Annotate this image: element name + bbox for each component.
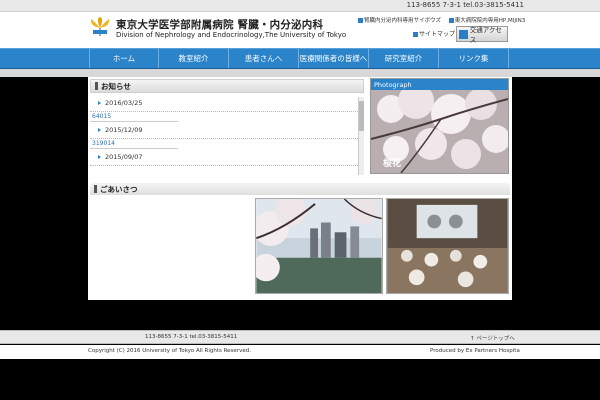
nav-home[interactable]: ホーム [89,49,159,68]
nav-research[interactable]: 研究室紹介 [369,49,439,68]
triangle-bullet-icon [98,128,101,132]
square-bullet-icon [413,32,418,37]
sub-band [0,69,600,77]
site-title-ja[interactable]: 東京大学医学部附属病院 腎臓・内分泌内科 [116,17,323,32]
photo-label: Photograph [371,79,508,90]
scrollbar-thumb[interactable] [359,101,364,131]
news-link[interactable]: 319014 [90,139,178,149]
news-item[interactable]: 2016/03/25 [90,95,360,112]
news-link[interactable]: 64015 [90,112,178,122]
news-item[interactable]: 2015/09/07 [90,149,360,166]
triangle-bullet-icon [98,101,101,105]
greeting-heading: ごあいさつ [90,183,510,195]
ginkgo-logo-icon[interactable] [89,16,111,38]
map-icon [459,29,468,39]
page-top-link[interactable]: ↑ ページトップへ [470,334,515,342]
nav-about[interactable]: 教室紹介 [159,49,229,68]
news-date: 2016/03/25 [105,99,143,107]
photo-panel: Photograph 桜花 [370,78,509,174]
site-header: 東京大学医学部附属病院 腎臓・内分泌内科 Division of Nephrol… [0,12,600,48]
news-scrollbar[interactable] [358,97,364,175]
news-item[interactable]: 2015/12/09 [90,122,360,139]
sitemap-label: サイトマップ [419,31,456,38]
nav-medical[interactable]: 医療関係者の皆様へ [299,49,369,68]
footer-address: 113-8655 7-3-1 tel.03-3815-5411 [145,334,238,340]
news-date: 2015/12/09 [105,126,143,134]
main-content: お知らせ 2016/03/25 64015 2015/12/09 319014 … [88,77,512,300]
news-heading-label: お知らせ [101,81,131,91]
header-link-cybozu[interactable]: 腎臓内分泌内科専用サイボウズ [358,18,441,24]
copyright-text: Copyright (C) 2016 University of Tokyo A… [88,348,251,354]
news-date: 2015/09/07 [105,153,143,161]
cherry-river-photo [255,198,383,294]
top-bar: 113-8655 7-3-1 tel.03-3815-5411 [0,0,600,12]
lecture-room-photo [386,198,509,294]
access-label: 交通アクセス [469,26,502,44]
heading-bar-icon [95,82,98,90]
triangle-bullet-icon [98,155,101,159]
site-title-en: Division of Nephrology and Endocrinology… [116,31,347,39]
news-heading: お知らせ [90,79,364,93]
main-nav: ホーム 教室紹介 患者さんへ 医療関係者の皆様へ 研究室紹介 リンク集 [0,48,600,69]
sitemap-link[interactable]: サイトマップ [413,29,455,38]
access-button[interactable]: 交通アクセス [456,26,508,44]
nav-patients[interactable]: 患者さんへ [229,49,299,68]
footer-copyright-bar: Copyright (C) 2016 University of Tokyo A… [0,345,600,359]
heading-bar-icon [94,185,97,193]
top-address: 113-8655 7-3-1 tel.03-3815-5411 [406,1,524,9]
photo-caption: 桜花 [383,159,402,169]
header-links: 腎臓内分泌内科専用サイボウズ 東大病院院内専用HP,MIJIN3 [358,16,531,24]
greeting-heading-label: ごあいさつ [100,184,138,194]
square-bullet-icon [358,18,363,23]
news-section: お知らせ 2016/03/25 64015 2015/12/09 319014 … [90,79,364,176]
produced-by-link[interactable]: Produced by Ex Partners Hospita [430,348,520,354]
nav-links[interactable]: リンク集 [439,49,509,68]
news-list: 2016/03/25 64015 2015/12/09 319014 2015/… [90,95,360,175]
header-link-cybozu-label: 腎臓内分泌内科専用サイボウズ [364,18,442,24]
square-bullet-icon [448,18,454,23]
footer-bar: 113-8655 7-3-1 tel.03-3815-5411 ↑ ページトップ… [0,330,600,344]
